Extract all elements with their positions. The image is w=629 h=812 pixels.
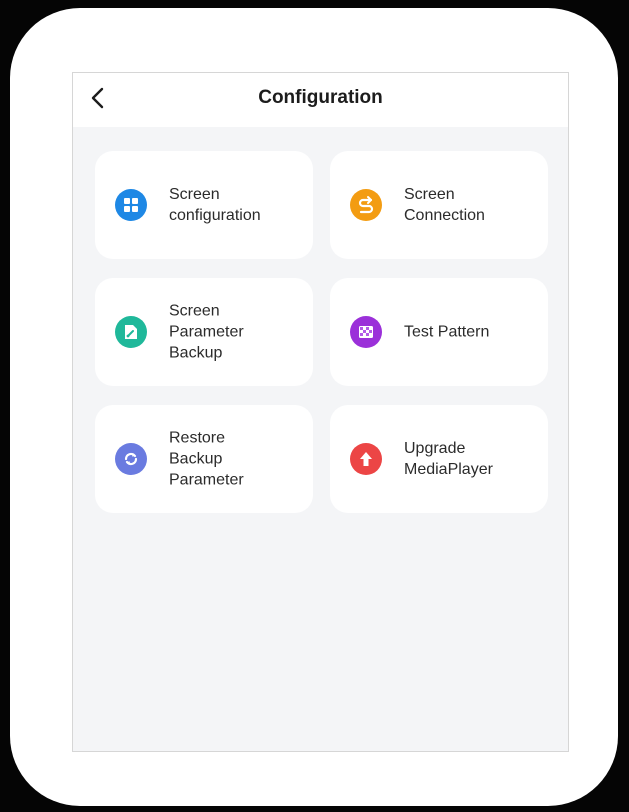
screen-parameter-backup-tile[interactable]: Screen Parameter Backup (95, 278, 313, 386)
tile-label: Screen Parameter Backup (169, 302, 244, 362)
restore-backup-parameter-tile[interactable]: Restore Backup Parameter (95, 405, 313, 513)
restore-icon (115, 443, 147, 475)
device-frame: Configuration Screen configuration Scree… (10, 8, 618, 806)
top-bar: Configuration (73, 73, 568, 127)
tile-label: Test Pattern (404, 323, 490, 341)
screen-configuration-tile[interactable]: Screen configuration (95, 151, 313, 259)
tile-label: Restore Backup Parameter (169, 429, 244, 489)
app-screen: Configuration Screen configuration Scree… (72, 72, 569, 752)
screen-connection-tile[interactable]: Screen Connection (330, 151, 548, 259)
upgrade-mediaplayer-tile[interactable]: Upgrade MediaPlayer (330, 405, 548, 513)
tile-label: Upgrade MediaPlayer (404, 440, 493, 478)
tile-label: Screen Connection (404, 186, 485, 224)
page-title: Configuration (258, 87, 383, 108)
upgrade-icon (350, 443, 382, 475)
connection-icon (350, 189, 382, 221)
checkerboard-icon (350, 316, 382, 348)
test-pattern-tile[interactable]: Test Pattern (330, 278, 548, 386)
backup-icon (115, 316, 147, 348)
tile-label: Screen configuration (169, 186, 261, 224)
grid-icon (115, 189, 147, 221)
